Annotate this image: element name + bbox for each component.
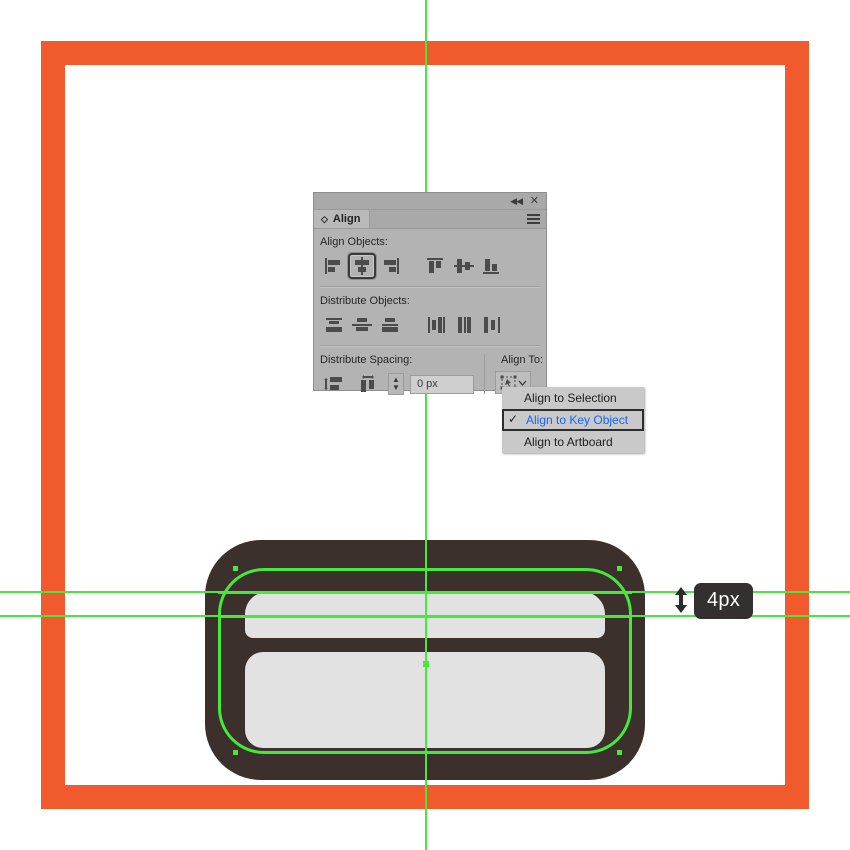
align-to-dropdown-menu[interactable]: Align to Selection ✓ Align to Key Object…: [502, 387, 644, 453]
spacing-stepper[interactable]: ▲ ▼: [388, 373, 404, 395]
distribute-button-vertical-distribute-bottom[interactable]: [376, 312, 404, 338]
align-button-horizontal-align-center[interactable]: [348, 253, 376, 279]
align-to-label: Align To:: [501, 354, 543, 366]
panel-divider: [320, 345, 540, 347]
distribute-objects-row: [320, 312, 546, 338]
panel-body: Align Objects: Distribute Objects: Distr…: [314, 229, 546, 397]
chevron-down-icon: [518, 380, 526, 386]
align-button-vertical-align-bottom[interactable]: [478, 253, 506, 279]
align-panel[interactable]: ◀◀ ✕ ◇ Align Align Objects: Distribute O…: [314, 193, 546, 395]
illustrator-canvas: 4px ◀◀ ✕ ◇ Align Align Objects: Distribu…: [0, 0, 850, 850]
stepper-down-icon[interactable]: ▼: [392, 384, 400, 392]
spacing-input[interactable]: 0 px: [410, 374, 474, 394]
tab-align[interactable]: ◇ Align: [314, 210, 371, 228]
distribute-spacing-button-horizontal[interactable]: [354, 371, 382, 397]
path-anchor-point[interactable]: [617, 750, 622, 755]
distribute-spacing-col: Distribute Spacing: ▲ ▼ 0 px: [314, 354, 484, 397]
diamond-handle-icon: ◇: [321, 213, 328, 224]
distribute-button-vertical-distribute-center[interactable]: [348, 312, 376, 338]
menu-item-label: Align to Selection: [524, 391, 617, 405]
tab-align-label: Align: [332, 213, 361, 225]
selection-edge-bottom: [218, 615, 632, 618]
selection-edge-top: [218, 591, 632, 594]
vertical-double-arrow-icon: [675, 587, 687, 613]
distribute-button-horizontal-distribute-center[interactable]: [450, 312, 478, 338]
distribute-spacing-label: Distribute Spacing:: [320, 354, 413, 366]
align-objects-row: [320, 253, 546, 279]
align-button-vertical-align-middle[interactable]: [450, 253, 478, 279]
distribute-button-horizontal-distribute-left[interactable]: [422, 312, 450, 338]
distribute-objects-label: Distribute Objects:: [320, 295, 410, 307]
checkmark-icon: ✓: [508, 412, 519, 426]
panel-titlebar: ◀◀ ✕: [314, 193, 546, 210]
align-button-vertical-align-top[interactable]: [422, 253, 450, 279]
menu-item-align-to-artboard[interactable]: Align to Artboard: [502, 431, 644, 453]
close-icon[interactable]: ✕: [530, 195, 539, 207]
distribute-button-vertical-distribute-top[interactable]: [320, 312, 348, 338]
menu-item-align-to-selection[interactable]: Align to Selection: [502, 387, 644, 409]
menu-item-align-to-key-object[interactable]: ✓ Align to Key Object: [502, 409, 644, 431]
selection-center-point: [423, 661, 429, 667]
menu-item-label: Align to Key Object: [526, 413, 629, 427]
path-anchor-point[interactable]: [617, 566, 622, 571]
distribute-button-horizontal-distribute-right[interactable]: [478, 312, 506, 338]
measurement-badge: 4px: [694, 583, 754, 619]
path-anchor-point[interactable]: [233, 750, 238, 755]
align-button-horizontal-align-left[interactable]: [320, 253, 348, 279]
distribute-spacing-controls: ▲ ▼ 0 px: [320, 371, 484, 397]
collapse-double-chevron-icon[interactable]: ◀◀: [510, 195, 523, 207]
panel-menu-hamburger-icon[interactable]: [527, 214, 540, 224]
menu-item-label: Align to Artboard: [524, 435, 613, 449]
panel-divider: [320, 286, 540, 288]
align-objects-label: Align Objects:: [320, 236, 388, 248]
align-button-horizontal-align-right[interactable]: [376, 253, 404, 279]
panel-tabbar: ◇ Align: [314, 210, 546, 229]
distribute-spacing-button-vertical[interactable]: [320, 371, 348, 397]
path-anchor-point[interactable]: [233, 566, 238, 571]
